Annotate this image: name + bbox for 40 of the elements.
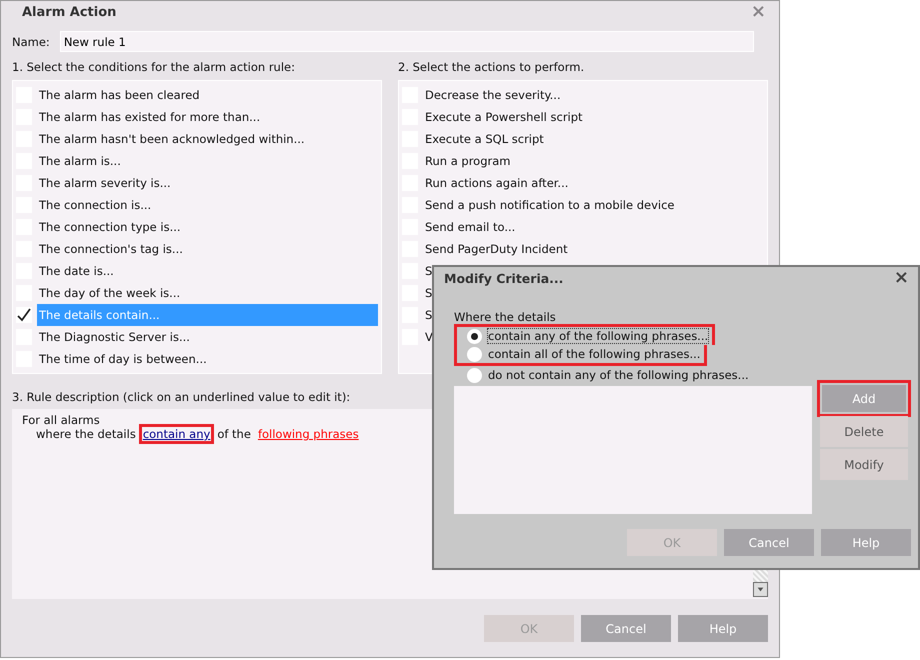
close-button[interactable]: × (892, 269, 911, 287)
condition-item[interactable]: The Diagnostic Server is... (37, 326, 378, 348)
radio-option[interactable]: contain any of the following phrases... (454, 324, 716, 345)
conditions-label: 1. Select the conditions for the alarm action rule: (12, 60, 296, 74)
condition-item[interactable]: The alarm has existed for more than... (37, 106, 378, 128)
condition-item[interactable]: The connection is... (37, 194, 378, 216)
condition-item[interactable]: The connection type is... (37, 216, 378, 238)
actions-label: 2. Select the actions to perform. (398, 60, 586, 74)
value-link[interactable]: following phrases (254, 424, 363, 444)
action-item[interactable]: Send email to... (423, 216, 764, 238)
description-text: of the (216, 427, 252, 441)
checkbox[interactable] (16, 307, 32, 323)
rule-description-label: 3. Rule description (click on an underlined value to edit it): (12, 390, 352, 404)
action-item[interactable]: Execute a Powershell script (423, 106, 764, 128)
condition-item[interactable]: The day of the week is... (37, 282, 378, 304)
description-text: where the details (35, 427, 137, 441)
prompt-text: Where the details (454, 310, 557, 324)
condition-item[interactable]: The alarm hasn't been acknowledged within... (37, 128, 378, 150)
condition-item[interactable]: The alarm is... (37, 150, 378, 172)
condition-item[interactable]: The time of day is between... (37, 348, 378, 370)
action-item[interactable]: Run actions again after... (423, 172, 764, 194)
window-title: Alarm Action (21, 4, 116, 20)
name-label: Name: (12, 34, 50, 48)
value-link[interactable]: contain any (138, 424, 214, 444)
phrase-list[interactable] (454, 386, 812, 514)
action-item[interactable]: Send a push notification to a mobile device (423, 194, 764, 216)
scroll-down-icon[interactable] (753, 582, 768, 597)
action-item[interactable]: Execute a SQL script (423, 128, 764, 150)
action-item[interactable]: Run a program (423, 150, 764, 172)
action-item[interactable]: Send PagerDuty Incident (423, 238, 764, 260)
radio-option[interactable]: contain all of the following phrases... (454, 345, 708, 366)
radio-option[interactable]: do not contain any of the following phrases... (454, 366, 756, 384)
condition-item[interactable]: The alarm severity is... (37, 172, 378, 194)
dialog-title: Modify Criteria... (444, 270, 564, 286)
description-text: For all alarms (22, 413, 101, 427)
condition-item[interactable]: The date is... (37, 260, 378, 282)
condition-item[interactable]: The connection's tag is... (37, 238, 378, 260)
action-item[interactable]: Decrease the severity... (423, 84, 764, 106)
name-field[interactable]: New rule 1 (60, 31, 754, 52)
condition-item[interactable]: The alarm has been cleared (37, 84, 378, 106)
